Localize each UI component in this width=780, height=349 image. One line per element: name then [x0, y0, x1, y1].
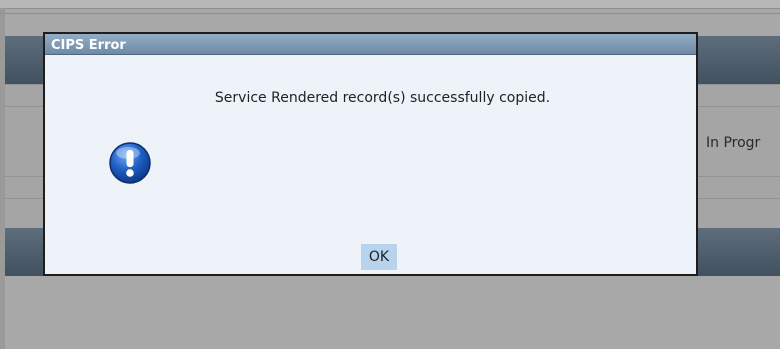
- exclamation-icon: [108, 141, 152, 185]
- dialog-title: CIPS Error: [51, 38, 126, 53]
- background-divider: [0, 13, 780, 14]
- ok-button[interactable]: OK: [361, 244, 397, 270]
- dialog-message: Service Rendered record(s) successfully …: [214, 90, 551, 106]
- dialog-titlebar[interactable]: CIPS Error: [45, 34, 696, 55]
- error-dialog: CIPS Error Service Rendered record(s) su…: [43, 32, 698, 276]
- background-top-strip: [0, 0, 780, 9]
- background-status-text: In Progr: [706, 135, 761, 151]
